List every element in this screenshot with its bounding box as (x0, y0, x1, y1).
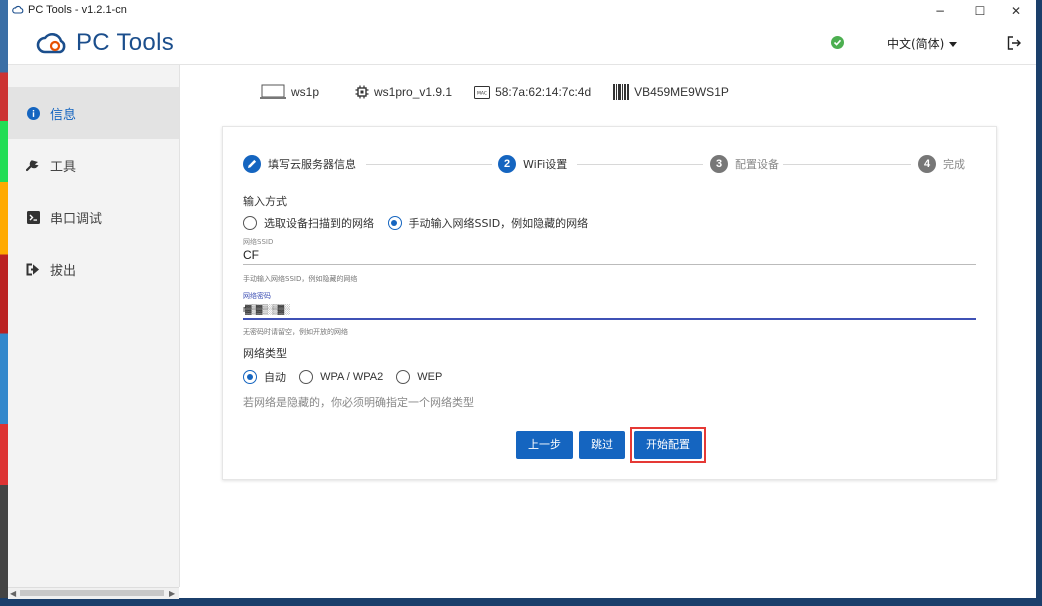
app-cloud-icon (12, 5, 24, 14)
device-name: ws1p (260, 84, 319, 100)
ssid-underline (243, 264, 976, 265)
desktop-background-left (0, 0, 8, 606)
device-serial: VB459ME9WS1P (613, 84, 729, 100)
check-circle-icon (831, 36, 844, 49)
caret-down-icon (949, 42, 958, 47)
device-firmware: ws1pro_v1.9.1 (355, 85, 452, 99)
app-logo: PC Tools (36, 26, 174, 60)
sidebar-item-label: 工具 (50, 159, 77, 175)
radio-checked-icon (387, 216, 402, 230)
logo-text: PC Tools (76, 29, 175, 56)
sidebar: 信息 工具 串口调试 拔出 (8, 65, 180, 587)
desktop-background-right (1036, 0, 1042, 606)
scroll-right-icon[interactable]: ▶ (169, 588, 175, 599)
language-label: 中文(简体) (887, 37, 945, 51)
ssid-helper-text: 手动输入网络SSID，例如隐藏的网络 (243, 275, 358, 283)
start-config-button[interactable]: 开始配置 (634, 431, 702, 459)
maximize-button[interactable]: ☐ (960, 0, 1000, 22)
sidebar-item-label: 信息 (50, 107, 77, 123)
step-connector (783, 164, 911, 165)
step-label: WiFi设置 (523, 158, 568, 171)
radio-unchecked-icon (299, 370, 314, 384)
language-select[interactable]: 中文(简体) (887, 35, 958, 52)
network-type-label: 网络类型 (243, 347, 287, 360)
step-connector (577, 164, 703, 165)
radio-wep[interactable]: WEP (396, 370, 442, 384)
sidebar-item-label: 串口调试 (50, 211, 103, 227)
svg-text:MAC: MAC (477, 90, 487, 96)
cloud-logo-icon (36, 32, 66, 54)
barcode-icon (613, 84, 630, 100)
sidebar-horizontal-scrollbar[interactable]: ◀ ▶ (8, 587, 179, 599)
mac-address-icon: MAC (474, 85, 491, 99)
window-title: PC Tools - v1.2.1-cn (28, 4, 127, 16)
logout-icon[interactable] (1006, 35, 1022, 51)
title-bar: PC Tools - v1.2.1-cn − ☐ ✕ (8, 0, 1036, 22)
step-configure-device: 3 配置设备 (710, 155, 779, 173)
app-header: PC Tools 中文(简体) (8, 22, 1036, 65)
minimize-button[interactable]: − (920, 0, 960, 22)
scrollbar-thumb[interactable] (20, 590, 164, 596)
radio-auto[interactable]: 自动 (243, 369, 286, 385)
info-icon (26, 106, 40, 120)
radio-wpa[interactable]: WPA / WPA2 (299, 370, 383, 384)
step-label: 填写云服务器信息 (268, 158, 356, 171)
skip-button[interactable]: 跳过 (579, 431, 625, 459)
input-mode-radio-group: 选取设备扫描到的网络 手动输入网络SSID，例如隐藏的网络 (243, 215, 598, 233)
password-helper-text: 无密码时请留空，例如开放的网络 (243, 328, 348, 336)
radio-manual-ssid[interactable]: 手动输入网络SSID，例如隐藏的网络 (387, 215, 588, 231)
ssid-field-label: 网络SSID (243, 238, 274, 246)
radio-checked-icon (243, 370, 257, 384)
pencil-icon (243, 155, 261, 173)
step-number: 4 (918, 155, 936, 173)
radio-unchecked-icon (396, 370, 411, 384)
radio-unchecked-icon (243, 216, 257, 230)
eject-icon (26, 262, 40, 276)
step-cloud-server: 填写云服务器信息 (243, 155, 356, 173)
device-mac: MAC 58:7a:62:14:7c:4d (474, 85, 591, 99)
sidebar-item-label: 拔出 (50, 263, 77, 279)
step-connector (366, 164, 492, 165)
input-mode-label: 输入方式 (243, 195, 287, 208)
laptop-icon (260, 84, 286, 99)
desktop-taskbar-strip (0, 598, 1042, 606)
radio-scan-network[interactable]: 选取设备扫描到的网络 (243, 215, 374, 231)
scroll-left-icon[interactable]: ◀ (10, 588, 16, 599)
ssid-field[interactable]: 网络SSID CF (243, 237, 976, 265)
device-info-bar: ws1p ws1pro_v1.9.1 MAC 58:7a:62:14:7c:4d… (260, 82, 751, 102)
chip-icon (355, 85, 369, 99)
ssid-input[interactable]: CF (243, 247, 976, 263)
step-number: 2 (498, 155, 516, 173)
network-type-hint: 若网络是隐藏的，你必须明确指定一个网络类型 (243, 396, 474, 409)
sidebar-item-info[interactable]: 信息 (8, 87, 179, 139)
sidebar-item-eject[interactable]: 拔出 (8, 243, 179, 295)
action-buttons: 上一步 跳过 开始配置 (223, 427, 996, 463)
sidebar-item-tools[interactable]: 工具 (8, 139, 179, 191)
step-label: 配置设备 (735, 158, 779, 171)
sidebar-item-serial-debug[interactable]: 串口调试 (8, 191, 179, 243)
step-number: 3 (710, 155, 728, 173)
step-label: 完成 (943, 158, 965, 171)
app-window: PC Tools - v1.2.1-cn − ☐ ✕ PC Tools 中文(简… (8, 0, 1036, 599)
terminal-icon (26, 210, 40, 224)
password-underline (243, 318, 976, 320)
step-done: 4 完成 (918, 155, 965, 173)
password-field-label: 网络密码 (243, 292, 271, 300)
wrench-icon (26, 158, 40, 172)
close-button[interactable]: ✕ (996, 0, 1036, 22)
wifi-config-card: 填写云服务器信息 2 WiFi设置 3 配置设备 4 完成 输入方式 选取设备扫… (222, 126, 997, 480)
network-type-radio-group: 自动 WPA / WPA2 WEP (243, 369, 452, 387)
password-field[interactable]: 网络密码 r▓▒▓▒░▒▓░ (243, 291, 976, 320)
password-input[interactable]: r▓▒▓▒░▒▓░ (243, 301, 976, 317)
highlight-box: 开始配置 (630, 427, 706, 463)
step-wifi: 2 WiFi设置 (498, 155, 567, 173)
prev-step-button[interactable]: 上一步 (516, 431, 573, 459)
